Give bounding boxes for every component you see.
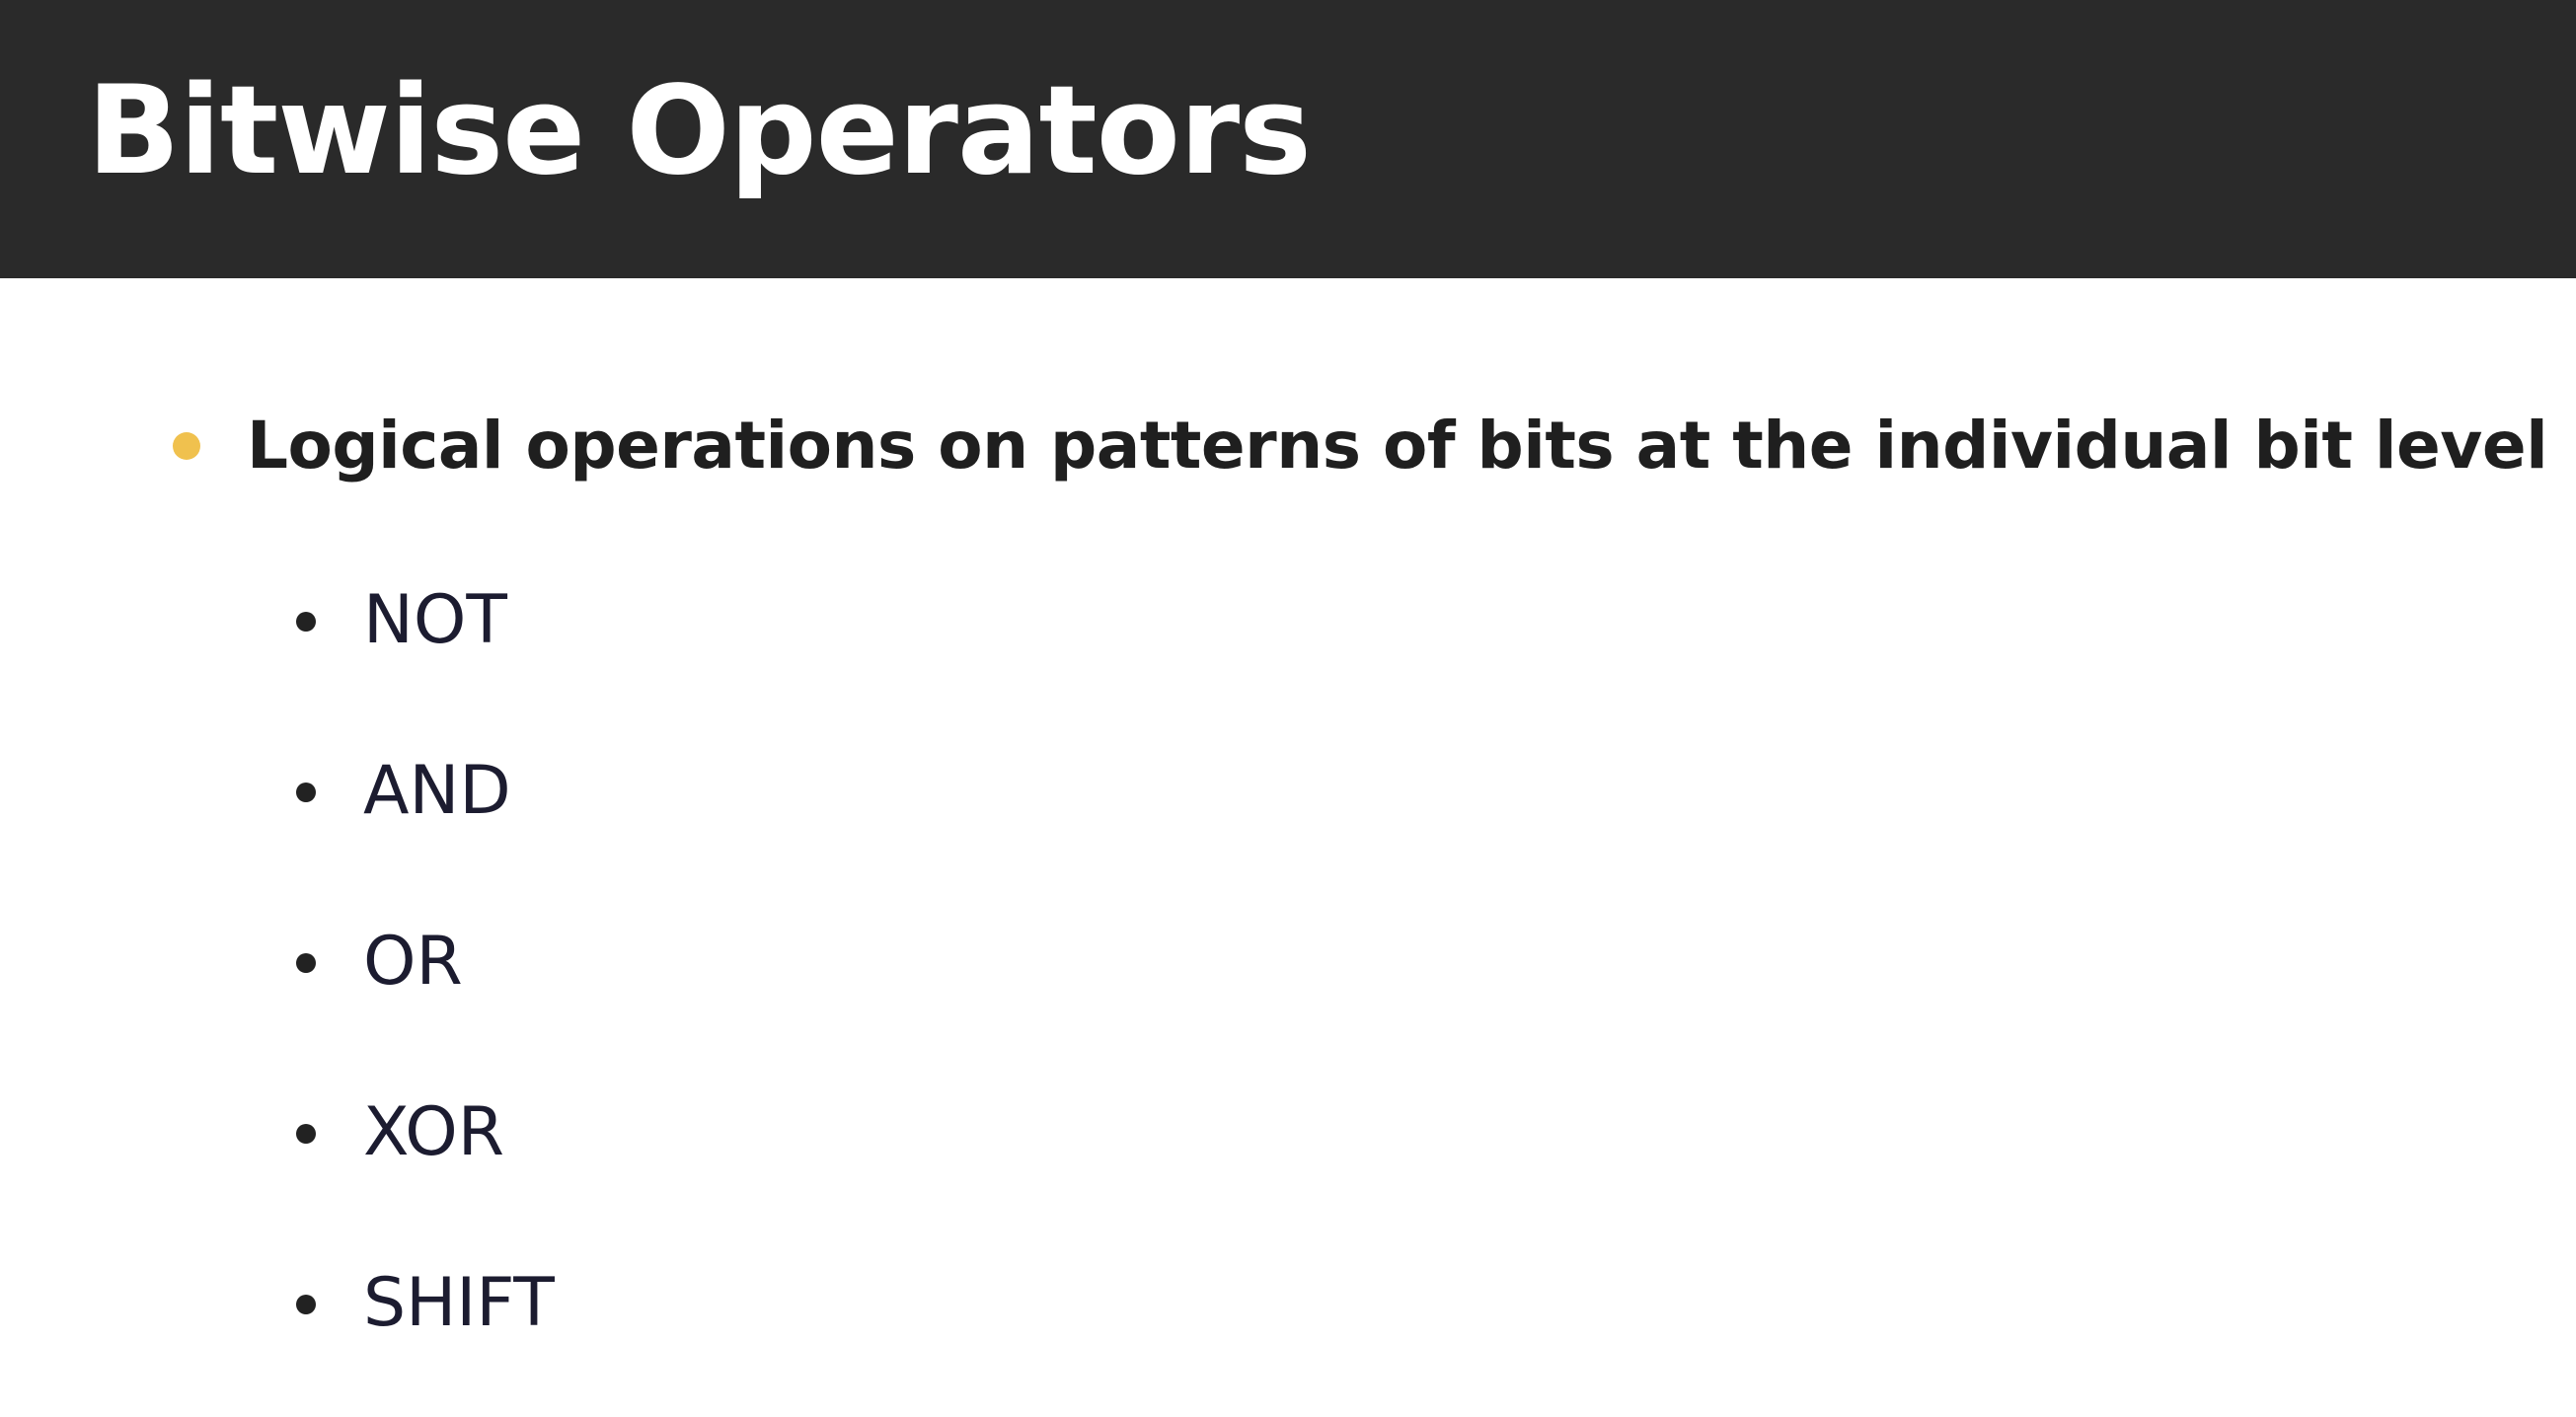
sub-point-and: AND <box>0 737 987 846</box>
slide-title: Bitwise Operators <box>87 60 1312 202</box>
sub-bullet-dot <box>296 612 316 632</box>
sub-bullet-dot <box>296 1295 316 1314</box>
sub-point-xor: XOR <box>0 1079 987 1187</box>
sub-point-label: XOR <box>363 1093 505 1171</box>
sub-point-label: AND <box>363 752 511 830</box>
sub-point-shift: SHIFT <box>0 1249 987 1358</box>
sub-point-label: NOT <box>363 581 507 659</box>
main-point-text: Logical operations on patterns of bits a… <box>247 408 2548 484</box>
sub-bullet-dot <box>296 953 316 973</box>
title-bar: Bitwise Operators <box>0 0 2576 278</box>
sub-bullet-dot <box>296 1124 316 1144</box>
slide: Bitwise Operators Logical operations on … <box>0 0 2576 1417</box>
sub-bullet-dot <box>296 783 316 802</box>
sub-point-label: OR <box>363 923 463 1001</box>
main-bullet-dot <box>173 432 200 460</box>
sub-point-or: OR <box>0 908 987 1016</box>
sub-point-label: SHIFT <box>363 1264 555 1342</box>
sub-point-not: NOT <box>0 566 987 675</box>
